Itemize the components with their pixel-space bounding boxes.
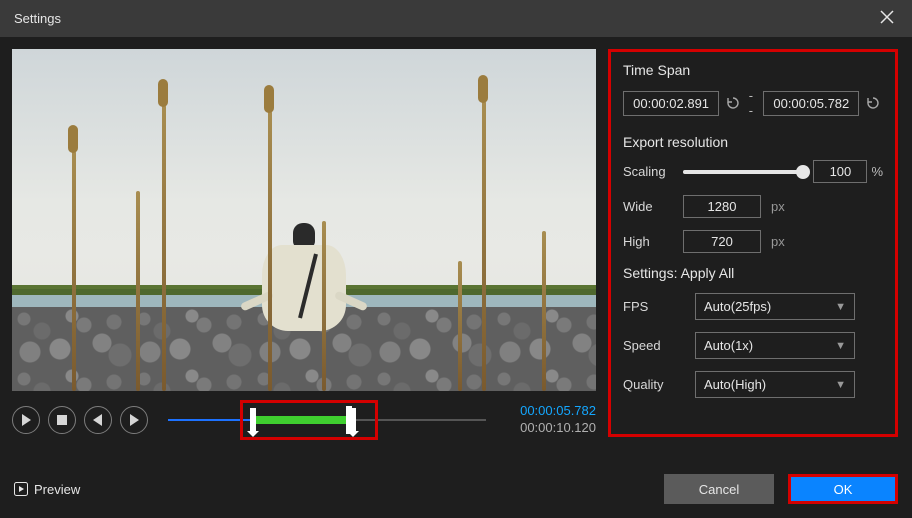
quality-label: Quality [623, 377, 695, 392]
footer: Preview Cancel OK [0, 462, 912, 518]
scaling-slider-thumb[interactable] [796, 165, 810, 179]
time-start-input[interactable]: 00:00:02.891 [623, 91, 719, 116]
play-button[interactable] [12, 406, 40, 434]
high-unit: px [771, 234, 785, 249]
ok-label: OK [834, 482, 853, 497]
export-res-heading: Export resolution [623, 134, 883, 150]
high-label: High [623, 234, 683, 249]
quality-value: Auto(High) [704, 377, 766, 392]
reset-start-icon[interactable] [725, 94, 743, 112]
timeline-highlight [240, 400, 378, 440]
ok-button[interactable]: OK [788, 474, 898, 504]
step-back-button[interactable] [84, 406, 112, 434]
left-panel: 00:00:05.782 00:00:10.120 [12, 49, 596, 437]
window-title: Settings [14, 11, 61, 26]
scaling-unit: % [871, 164, 883, 179]
total-time: 00:00:10.120 [496, 420, 596, 437]
high-input[interactable]: 720 [683, 230, 761, 253]
speed-label: Speed [623, 338, 695, 353]
cancel-label: Cancel [699, 482, 739, 497]
scaling-label: Scaling [623, 164, 683, 179]
preview-button[interactable]: Preview [14, 482, 80, 497]
quality-select[interactable]: Auto(High) ▼ [695, 371, 855, 398]
close-icon[interactable] [872, 6, 902, 31]
timeline[interactable] [168, 406, 486, 434]
fps-select[interactable]: Auto(25fps) ▼ [695, 293, 855, 320]
settings-panel: Time Span 00:00:02.891 -- 00:00:05.782 E… [608, 49, 898, 437]
speed-select[interactable]: Auto(1x) ▼ [695, 332, 855, 359]
reset-end-icon[interactable] [865, 94, 883, 112]
preview-label: Preview [34, 482, 80, 497]
fps-label: FPS [623, 299, 695, 314]
time-end-input[interactable]: 00:00:05.782 [763, 91, 859, 116]
scaling-slider[interactable] [683, 170, 803, 174]
time-readout: 00:00:05.782 00:00:10.120 [496, 403, 596, 437]
play-icon [14, 482, 28, 496]
scaling-input[interactable]: 100 [813, 160, 867, 183]
stop-button[interactable] [48, 406, 76, 434]
titlebar: Settings [0, 0, 912, 37]
chevron-down-icon: ▼ [835, 340, 846, 352]
cancel-button[interactable]: Cancel [664, 474, 774, 504]
apply-all-heading: Settings: Apply All [623, 265, 883, 281]
step-forward-button[interactable] [120, 406, 148, 434]
speed-value: Auto(1x) [704, 338, 753, 353]
time-separator: -- [749, 88, 757, 118]
figure-illustration [262, 223, 346, 331]
chevron-down-icon: ▼ [835, 379, 846, 391]
fps-value: Auto(25fps) [704, 299, 771, 314]
wide-unit: px [771, 199, 785, 214]
video-preview[interactable] [12, 49, 596, 391]
wide-input[interactable]: 1280 [683, 195, 761, 218]
time-span-heading: Time Span [623, 62, 883, 78]
wide-label: Wide [623, 199, 683, 214]
current-time: 00:00:05.782 [496, 403, 596, 420]
chevron-down-icon: ▼ [835, 301, 846, 313]
